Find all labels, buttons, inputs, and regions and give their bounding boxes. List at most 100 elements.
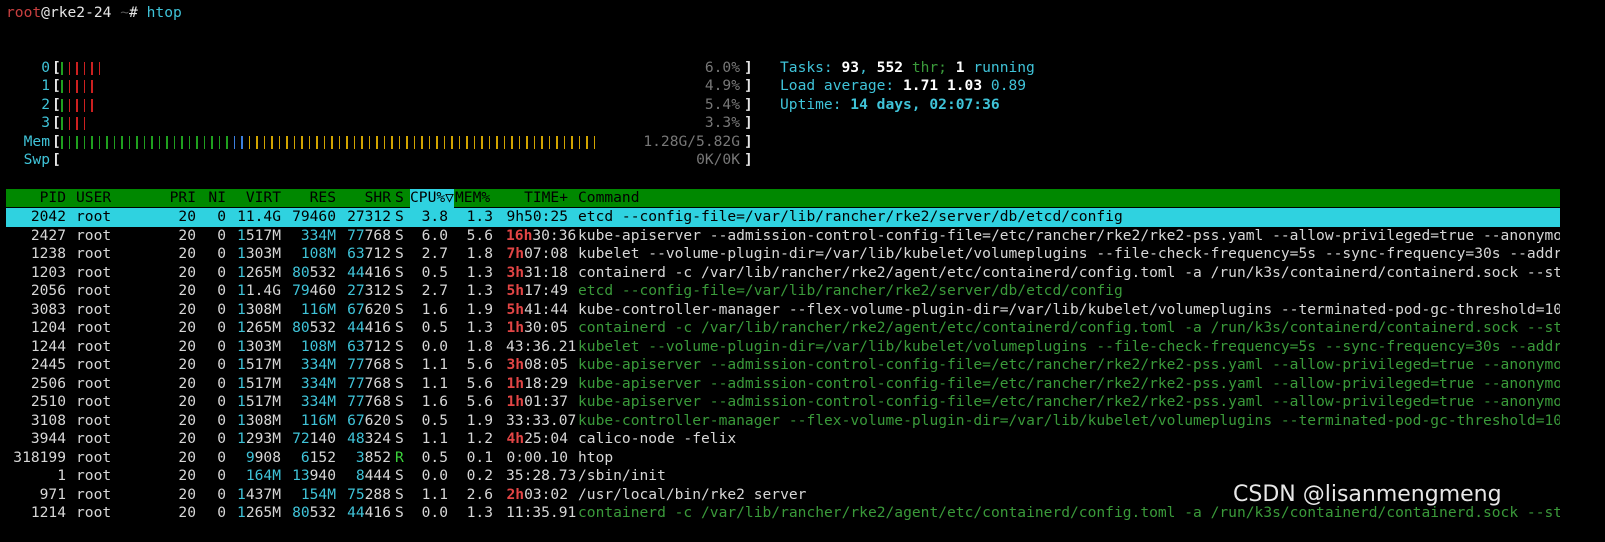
meter-bar-segment bbox=[83, 99, 86, 112]
cell-command: kube-apiserver --admission-control-confi… bbox=[578, 374, 1560, 392]
prompt-dir: ~ bbox=[111, 4, 130, 21]
cell-time: 33:33.07 bbox=[506, 411, 577, 429]
tasks-count: 93 bbox=[841, 59, 860, 76]
table-row[interactable]: 3108 root 20 0 1308M 116M 67620 S 0.5 1.9 33:33.07… bbox=[6, 412, 1560, 431]
cell-mem: 1.3 bbox=[466, 319, 493, 336]
cell-ni: 0 bbox=[217, 430, 226, 447]
meter-open-bracket: [ bbox=[52, 96, 61, 113]
load-1min: 1.71 bbox=[903, 77, 939, 94]
meter-bar-segment bbox=[526, 136, 528, 149]
meter-value: 4.9% bbox=[704, 77, 740, 94]
process-table-header[interactable]: PID USER PRI NI VIRT RES SHR S CPU%▽ MEM… bbox=[6, 189, 1560, 208]
cell-shr: 27312 bbox=[347, 282, 391, 299]
cell-mem: 5.6 bbox=[466, 356, 493, 373]
cell-pid: 2510 bbox=[30, 393, 66, 410]
meter-value: 0K/0K bbox=[696, 151, 740, 168]
col-ni[interactable]: NI bbox=[201, 189, 226, 208]
table-row[interactable]: 2445 root 20 0 1517M 334M 77768 S 1.1 5.6 3h08:05 k… bbox=[6, 356, 1560, 375]
cell-command: kube-controller-manager --flex-volume-pl… bbox=[578, 411, 1560, 429]
meter-bar-segment bbox=[481, 136, 483, 149]
col-pri[interactable]: PRI bbox=[156, 189, 196, 208]
meter-open-bracket: [ bbox=[52, 59, 61, 76]
meter-bar-segment bbox=[76, 136, 78, 149]
meter-bar-segment bbox=[91, 80, 93, 93]
meter-bar-segment bbox=[233, 136, 236, 149]
cell-mem: 1.3 bbox=[466, 208, 493, 225]
col-res[interactable]: RES bbox=[286, 189, 336, 208]
table-row[interactable]: 3083 root 20 0 1308M 116M 67620 S 1.6 1.9 5h41:44 k… bbox=[6, 301, 1560, 320]
col-time[interactable]: TIME+ bbox=[506, 189, 568, 208]
cell-s: S bbox=[395, 319, 404, 336]
col-user[interactable]: USER bbox=[76, 189, 111, 208]
cell-pri: 20 bbox=[178, 319, 196, 336]
prompt-at: @ bbox=[41, 4, 50, 21]
table-row[interactable]: 1203 root 20 0 1265M 80532 44416 S 0.5 1.3 3h31:18… bbox=[6, 264, 1560, 283]
threads-count: 552 bbox=[876, 59, 904, 76]
meter-bar-segment bbox=[68, 117, 71, 130]
meter-bar-segment bbox=[181, 136, 183, 149]
cell-ni: 0 bbox=[217, 263, 226, 281]
cell-time: 4h25:04 bbox=[506, 430, 568, 447]
meter-bar-segment bbox=[391, 136, 393, 149]
uptime-label: Uptime: bbox=[780, 96, 851, 113]
col-pid[interactable]: PID bbox=[6, 189, 66, 208]
table-row[interactable]: 2056 root 20 0 11.4G 79460 27312 S 2.7 1.3 5h17:49… bbox=[6, 282, 1560, 301]
table-row[interactable]: 1244 root 20 0 1303M 108M 63712 S 0.0 1.8 43:36.21… bbox=[6, 338, 1560, 357]
prompt-host: rke2-24 bbox=[49, 4, 112, 21]
table-row[interactable]: 318199 root 20 0 9908 6152 3852 R 0.5 0.1 0:00.10 h… bbox=[6, 449, 1560, 468]
meter-bar-segment bbox=[398, 136, 401, 149]
table-row-selected[interactable]: 2042 root 20 0 11.4G 79460 27312 S 3.8 1.3 9h50:25… bbox=[6, 208, 1560, 227]
meter-bar-segment bbox=[518, 136, 521, 149]
meter-label: Swp bbox=[23, 151, 50, 168]
meter-bar-segment bbox=[61, 136, 63, 149]
table-row[interactable]: 1238 root 20 0 1303M 108M 63712 S 2.7 1.8 7h07:08 k… bbox=[6, 245, 1560, 264]
cell-s: S bbox=[395, 208, 404, 225]
cell-virt: 1308M bbox=[237, 411, 281, 429]
meter-bar-segment bbox=[226, 136, 228, 149]
cell-command: /usr/local/bin/rke2 server bbox=[578, 485, 807, 503]
table-row[interactable]: 2506 root 20 0 1517M 334M 77768 S 1.1 5.6 1h18:29 k… bbox=[6, 375, 1560, 394]
meter-bar-segment bbox=[83, 80, 86, 93]
meter-bar-segment bbox=[271, 136, 273, 149]
cell-time: 43:36.21 bbox=[506, 337, 577, 355]
col-mem[interactable]: MEM% bbox=[455, 189, 490, 208]
table-row[interactable]: 2427 root 20 0 1517M 334M 77768 S 6.0 5.6 16h30:36… bbox=[6, 227, 1560, 246]
meter-bar-segment bbox=[428, 136, 431, 149]
table-row[interactable]: 2510 root 20 0 1517M 334M 77768 S 1.6 5.6 1h01:37 k… bbox=[6, 393, 1560, 412]
meter-bar-segment bbox=[76, 62, 78, 75]
cell-pid: 1 bbox=[57, 467, 66, 484]
cell-pid: 2056 bbox=[30, 282, 66, 299]
cell-virt: 1517M bbox=[237, 374, 281, 392]
shell-prompt: root@rke2-24 ~# htop bbox=[6, 4, 182, 23]
meter-bar-segment bbox=[458, 136, 461, 149]
meter-open-bracket: [ bbox=[52, 77, 61, 94]
meter-bar-segment bbox=[443, 136, 446, 149]
meter-bar-segment bbox=[173, 136, 176, 149]
cell-shr: 63712 bbox=[347, 245, 391, 262]
meter-bar-segment bbox=[436, 136, 438, 149]
col-shr[interactable]: SHR bbox=[341, 189, 391, 208]
col-cpu-sorted[interactable]: CPU%▽ bbox=[410, 189, 454, 208]
meter-value: 6.0% bbox=[704, 59, 740, 76]
cell-virt: 1293M bbox=[237, 430, 281, 447]
cell-command: kube-apiserver --admission-control-confi… bbox=[578, 226, 1560, 244]
cell-cpu: 2.7 bbox=[421, 245, 448, 262]
table-row[interactable]: 3944 root 20 0 1293M 72140 48324 S 1.1 1.2 4h25:04… bbox=[6, 430, 1560, 449]
cell-ni: 0 bbox=[217, 208, 226, 225]
col-virt[interactable]: VIRT bbox=[231, 189, 281, 208]
meter-bar-segment bbox=[76, 117, 78, 130]
cell-cpu: 0.0 bbox=[421, 337, 448, 355]
cell-shr: 44416 bbox=[347, 319, 391, 336]
tasks-line: Tasks: 93, 552 thr; 1 running bbox=[780, 59, 1035, 78]
cell-pri: 20 bbox=[178, 245, 196, 262]
table-row[interactable]: 1204 root 20 0 1265M 80532 44416 S 0.5 1.3 1h30:05… bbox=[6, 319, 1560, 338]
col-state[interactable]: S bbox=[395, 189, 404, 208]
cell-pid: 3083 bbox=[30, 300, 66, 318]
cell-pri: 20 bbox=[178, 485, 196, 503]
cell-time: 5h41:44 bbox=[506, 300, 568, 318]
meter-bar-segment bbox=[211, 136, 213, 149]
cell-user: root bbox=[76, 467, 112, 484]
col-command[interactable]: Command bbox=[578, 189, 640, 208]
meter-open-bracket: [ bbox=[52, 151, 61, 168]
cell-s: S bbox=[395, 282, 404, 299]
